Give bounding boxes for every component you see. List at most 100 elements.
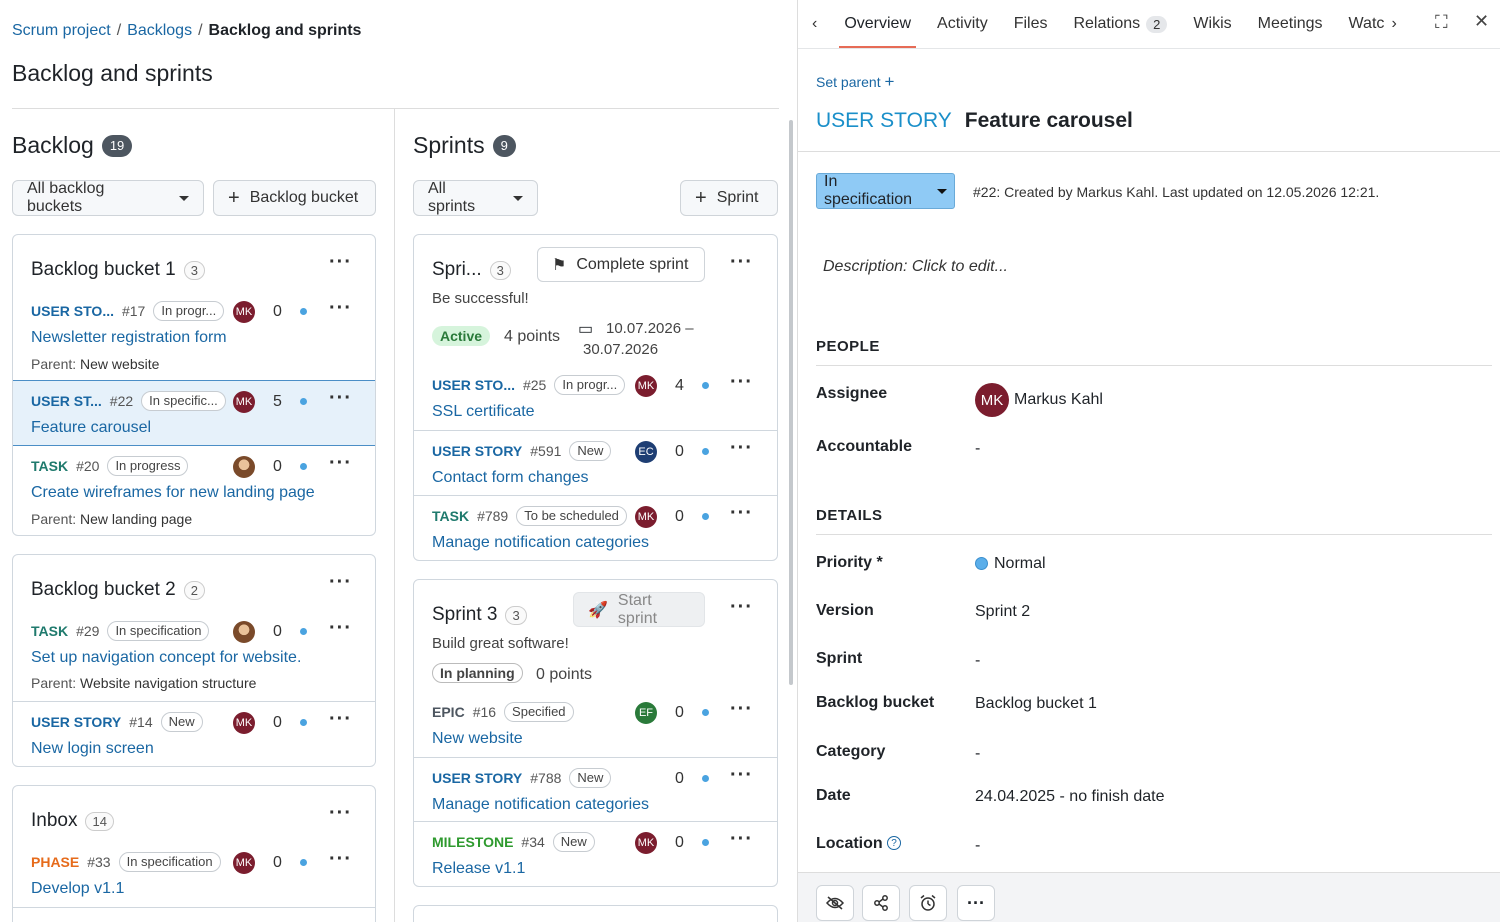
chevron-right-icon[interactable]: › bbox=[1384, 0, 1405, 48]
list-item[interactable]: TASK #20 In progress 0 ··· Create wirefram… bbox=[13, 446, 375, 535]
share-icon[interactable] bbox=[862, 885, 900, 921]
work-package-subject[interactable]: Feature carousel bbox=[965, 109, 1133, 133]
tab-files[interactable]: Files bbox=[1001, 0, 1061, 48]
list-item[interactable]: EPIC #16 Specified EF 0 ··· New website bbox=[414, 692, 777, 758]
more-icon[interactable]: ··· bbox=[730, 252, 753, 272]
story-points[interactable]: 0 bbox=[273, 623, 282, 641]
sprint-name[interactable]: Spri... bbox=[432, 259, 482, 281]
more-icon[interactable]: ··· bbox=[730, 597, 753, 617]
list-item[interactable]: USER STORY #14 New MK 0 ··· New login scre… bbox=[13, 701, 375, 766]
item-subject[interactable]: Manage notification categories bbox=[432, 534, 649, 552]
story-points[interactable]: 0 bbox=[675, 704, 684, 722]
sprint-filter-select[interactable]: All sprints bbox=[413, 180, 538, 216]
list-item[interactable] bbox=[13, 907, 375, 922]
more-icon[interactable]: ··· bbox=[730, 503, 753, 523]
more-icon[interactable]: ··· bbox=[730, 372, 753, 392]
item-id[interactable]: #29 bbox=[76, 623, 99, 639]
reminder-icon[interactable] bbox=[909, 885, 947, 921]
more-icon[interactable]: ··· bbox=[329, 618, 352, 638]
tab-watchers[interactable]: Watc bbox=[1336, 0, 1384, 48]
location-value[interactable]: - bbox=[975, 837, 980, 855]
status-badge[interactable]: New bbox=[160, 712, 203, 732]
description-field[interactable]: Description: Click to edit... bbox=[823, 258, 1008, 276]
status-select[interactable]: In specification bbox=[816, 173, 955, 209]
story-points[interactable]: 0 bbox=[675, 770, 684, 788]
story-points[interactable]: 0 bbox=[675, 508, 684, 526]
item-subject[interactable]: Release v1.1 bbox=[432, 860, 525, 878]
list-item[interactable]: PHASE #33 In specification MK 0 ··· Develo… bbox=[13, 842, 375, 908]
more-icon[interactable]: ··· bbox=[329, 252, 352, 272]
item-id[interactable]: #22 bbox=[110, 393, 133, 409]
item-id[interactable]: #789 bbox=[477, 508, 508, 524]
list-item-selected[interactable]: USER ST... #22 In specific... MK 5 ··· Fea… bbox=[13, 380, 375, 446]
list-item[interactable]: USER STORY #591 New EC 0 ··· Contact form … bbox=[414, 430, 777, 496]
tab-activity[interactable]: Activity bbox=[924, 0, 1001, 48]
list-item[interactable]: USER STORY #788 New 0 ··· Manage notificat… bbox=[414, 757, 777, 822]
more-icon[interactable]: ··· bbox=[730, 829, 753, 849]
list-item[interactable]: USER STO... #25 In progr... MK 4 ··· SSL c… bbox=[414, 365, 777, 431]
accountable-value[interactable]: - bbox=[975, 440, 980, 458]
item-subject[interactable]: Create wireframes for new landing page bbox=[31, 484, 315, 502]
tab-meetings[interactable]: Meetings bbox=[1245, 0, 1336, 48]
more-icon[interactable]: ··· bbox=[730, 438, 753, 458]
more-icon[interactable]: ··· bbox=[329, 453, 352, 473]
item-subject[interactable]: Feature carousel bbox=[31, 419, 151, 437]
more-icon[interactable]: ··· bbox=[730, 699, 753, 719]
status-badge[interactable]: To be scheduled bbox=[516, 506, 627, 526]
item-subject[interactable]: Contact form changes bbox=[432, 469, 589, 487]
start-sprint-button[interactable]: 🚀 Start sprint bbox=[573, 592, 705, 627]
breadcrumb-backlogs[interactable]: Backlogs bbox=[127, 22, 192, 40]
item-id[interactable]: #20 bbox=[76, 458, 99, 474]
status-badge[interactable]: In specific... bbox=[141, 391, 226, 411]
item-id[interactable]: #788 bbox=[530, 770, 561, 786]
status-badge[interactable]: In specification bbox=[118, 852, 221, 872]
version-value[interactable]: Sprint 2 bbox=[975, 603, 1030, 621]
sprint-name[interactable]: Sprint 3 bbox=[432, 604, 497, 626]
parent-name[interactable]: New landing page bbox=[80, 511, 192, 527]
item-subject[interactable]: New website bbox=[432, 730, 523, 748]
category-value[interactable]: - bbox=[975, 745, 980, 763]
status-badge[interactable]: Specified bbox=[504, 702, 574, 722]
complete-sprint-button[interactable]: ⚑ Complete sprint bbox=[537, 247, 705, 282]
tab-relations[interactable]: Relations 2 bbox=[1060, 0, 1180, 48]
parent-name[interactable]: Website navigation structure bbox=[80, 675, 256, 691]
more-icon[interactable]: ··· bbox=[329, 709, 352, 729]
item-id[interactable]: #14 bbox=[129, 714, 152, 730]
item-subject[interactable]: Set up navigation concept for website. bbox=[31, 649, 301, 667]
item-subject[interactable]: Develop v1.1 bbox=[31, 880, 124, 898]
more-icon[interactable]: ··· bbox=[329, 803, 352, 823]
status-badge[interactable]: New bbox=[569, 768, 612, 788]
more-icon[interactable]: ··· bbox=[957, 885, 995, 921]
more-icon[interactable]: ··· bbox=[329, 849, 352, 869]
status-badge[interactable]: New bbox=[552, 832, 595, 852]
story-points[interactable]: 4 bbox=[675, 377, 684, 395]
more-icon[interactable]: ··· bbox=[329, 298, 352, 318]
item-subject[interactable]: Newsletter registration form bbox=[31, 329, 227, 347]
story-points[interactable]: 0 bbox=[273, 458, 282, 476]
breadcrumb-scrum-project[interactable]: Scrum project bbox=[12, 22, 111, 40]
item-id[interactable]: #25 bbox=[523, 377, 546, 393]
assignee-value[interactable]: Markus Kahl bbox=[1014, 391, 1103, 409]
item-id[interactable]: #33 bbox=[87, 854, 110, 870]
priority-value[interactable]: Normal bbox=[994, 555, 1046, 573]
list-item[interactable]: MILESTONE #34 New MK 0 ··· Release v1.1 bbox=[414, 821, 777, 886]
tab-overview[interactable]: Overview bbox=[831, 0, 924, 48]
close-icon[interactable]: ✕ bbox=[1474, 11, 1489, 32]
status-badge[interactable]: In progress bbox=[107, 456, 189, 476]
item-id[interactable]: #16 bbox=[473, 704, 496, 720]
unwatch-icon[interactable] bbox=[816, 885, 854, 921]
backlog-bucket-value[interactable]: Backlog bucket 1 bbox=[975, 695, 1097, 713]
item-subject[interactable]: New login screen bbox=[31, 740, 154, 758]
status-badge[interactable]: In progr... bbox=[153, 301, 225, 321]
scrollbar[interactable] bbox=[789, 120, 793, 685]
list-item[interactable]: TASK #29 In specification 0 ··· Set up nav… bbox=[13, 611, 375, 701]
story-points[interactable]: 0 bbox=[273, 714, 282, 732]
chevron-left-icon[interactable]: ‹ bbox=[798, 0, 831, 48]
tab-wikis[interactable]: Wikis bbox=[1180, 0, 1244, 48]
item-id[interactable]: #17 bbox=[122, 303, 145, 319]
status-badge[interactable]: In progr... bbox=[554, 375, 626, 395]
item-id[interactable]: #34 bbox=[521, 834, 544, 850]
more-icon[interactable]: ··· bbox=[329, 572, 352, 592]
item-subject[interactable]: SSL certificate bbox=[432, 403, 535, 421]
more-icon[interactable]: ··· bbox=[329, 388, 352, 408]
